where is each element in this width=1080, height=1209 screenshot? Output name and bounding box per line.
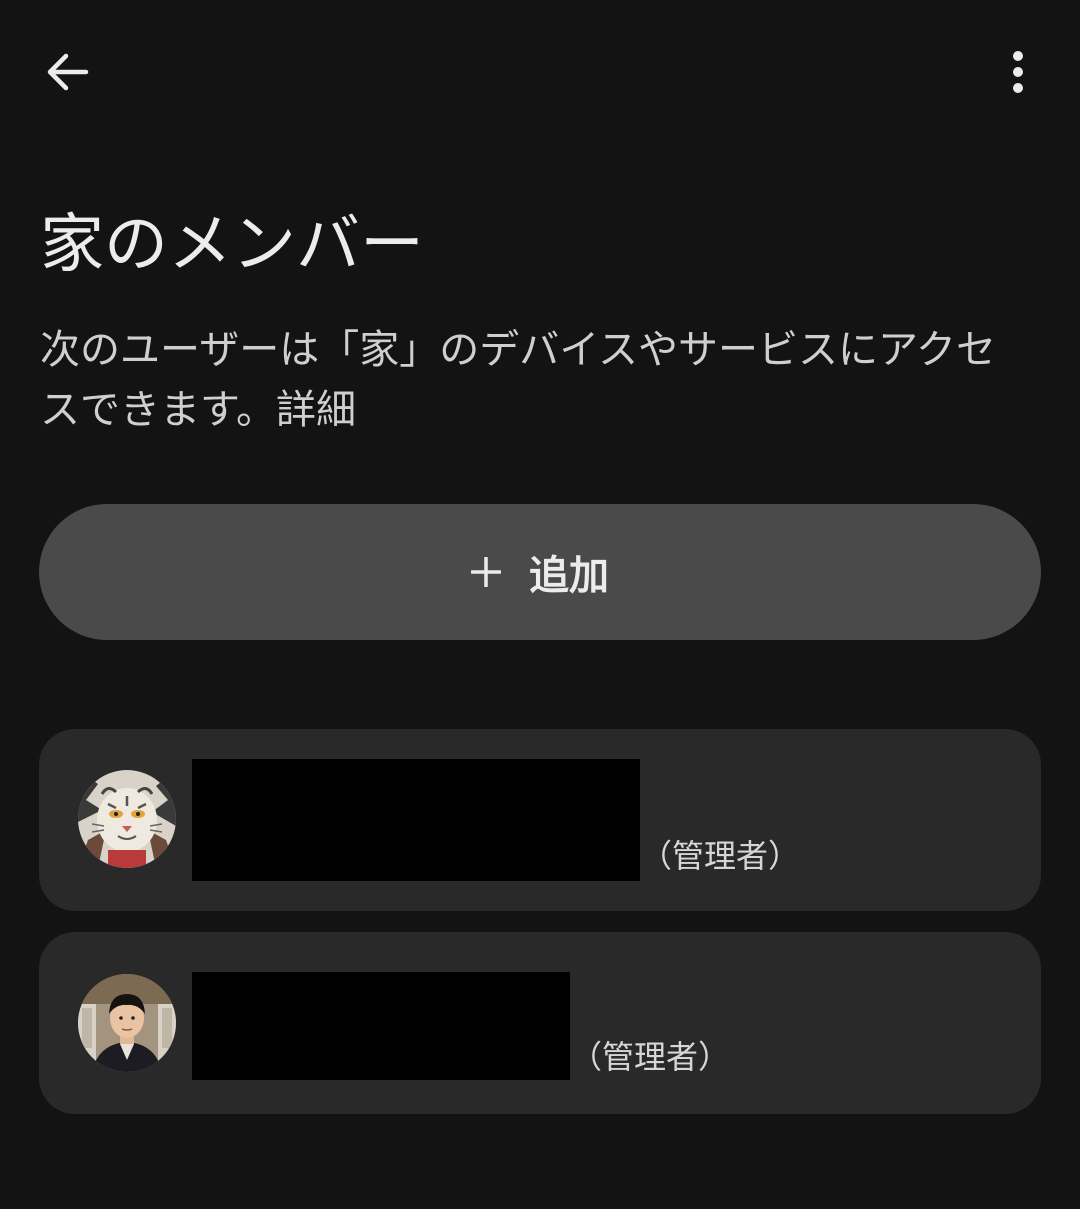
- description-text: 次のユーザーは「家」のデバイスやサービスにアクセスできます。: [40, 327, 996, 433]
- tiger-illustration-avatar: [78, 770, 176, 868]
- arrow-back-icon: [47, 53, 89, 91]
- member-avatar: [78, 974, 176, 1072]
- redacted-member-name: [192, 759, 640, 881]
- add-member-button[interactable]: 追加: [39, 504, 1041, 640]
- person-photo-avatar: [78, 974, 176, 1072]
- member-row[interactable]: （管理者）: [39, 729, 1041, 911]
- redacted-member-name: [192, 972, 570, 1080]
- details-link[interactable]: 詳細: [276, 387, 356, 433]
- page-description: 次のユーザーは「家」のデバイスやサービスにアクセスできます。詳細: [40, 320, 1020, 440]
- more-options-button[interactable]: [986, 40, 1050, 104]
- more-vert-icon: [1013, 51, 1023, 93]
- member-row[interactable]: （管理者）: [39, 932, 1041, 1114]
- add-button-label: 追加: [529, 553, 609, 599]
- member-role: （管理者）: [640, 837, 801, 875]
- member-avatar: [78, 770, 176, 868]
- top-app-bar: [0, 0, 1080, 140]
- member-role: （管理者）: [570, 1038, 731, 1076]
- back-button[interactable]: [36, 40, 100, 104]
- page-title: 家のメンバー: [40, 208, 424, 282]
- plus-icon: [471, 557, 501, 587]
